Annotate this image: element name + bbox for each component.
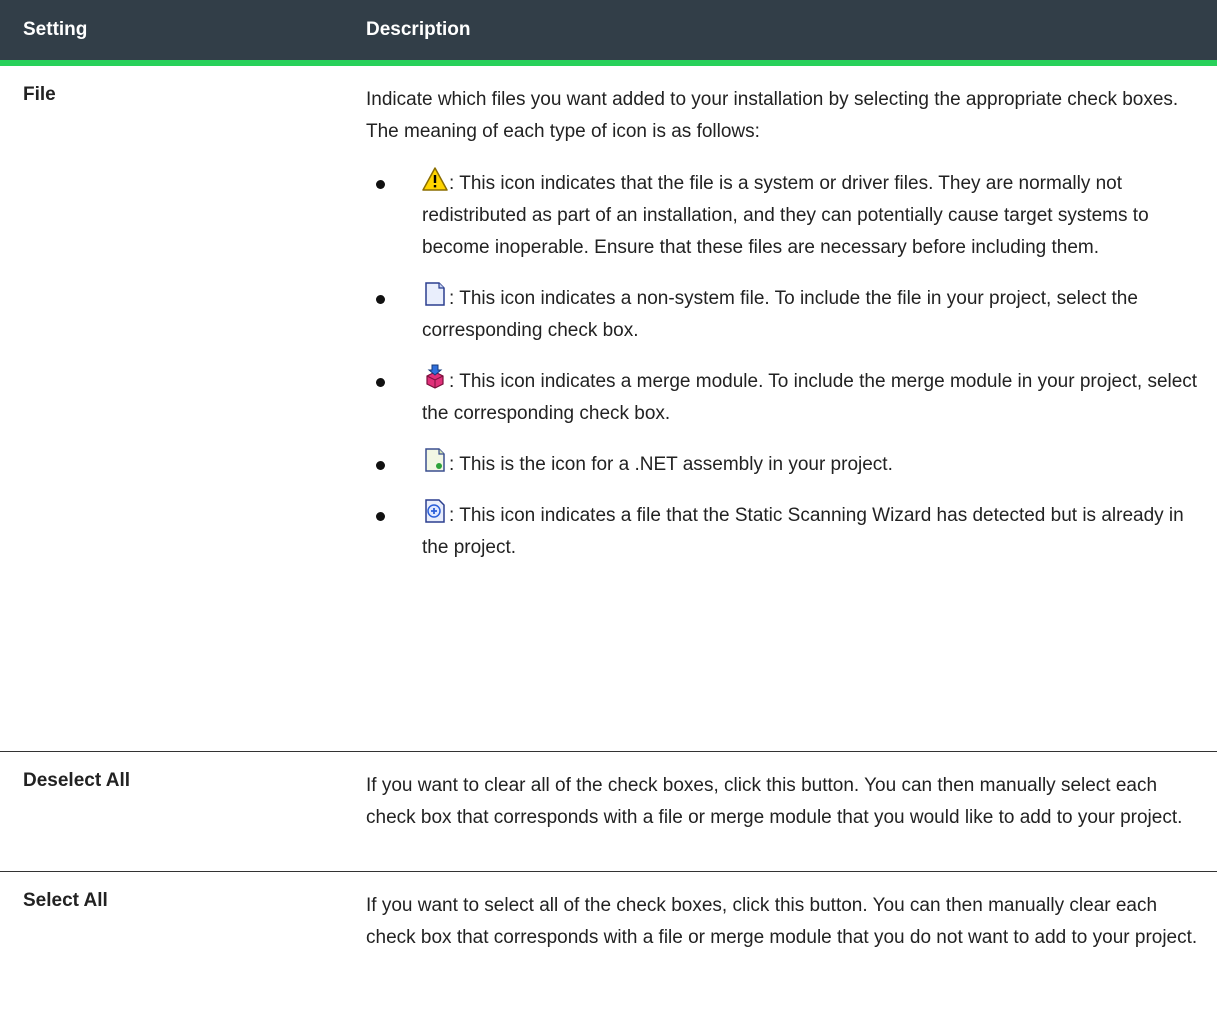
list-item-text: : This icon indicates a file that the St…	[422, 505, 1184, 558]
list-item: : This icon indicates that the file is a…	[366, 166, 1207, 264]
setting-name: Deselect All	[23, 770, 131, 791]
bullet	[376, 180, 385, 189]
description-text: If you want to select all of the check b…	[366, 895, 1198, 948]
list-item: : This icon indicates a file that the St…	[366, 498, 1207, 564]
detected-file-icon	[425, 499, 445, 523]
setting-name: Select All	[23, 890, 108, 911]
bullet	[376, 461, 385, 470]
table-row-file: File Indicate which files you want added…	[0, 66, 1217, 752]
setting-name: File	[23, 84, 56, 105]
list-item: : This icon indicates a non-system file.…	[366, 281, 1207, 347]
settings-table: Setting Description File Indicate which …	[0, 0, 1217, 1008]
table-header: Setting Description	[0, 0, 1217, 66]
list-item: : This is the icon for a .NET assembly i…	[366, 447, 1207, 481]
column-header-setting: Setting	[23, 19, 88, 40]
icon-legend-list: : This icon indicates that the file is a…	[366, 166, 1207, 564]
description-intro: Indicate which files you want added to y…	[366, 89, 1179, 142]
warning-icon	[422, 167, 448, 191]
list-item-text: : This is the icon for a .NET assembly i…	[449, 454, 893, 475]
net-assembly-icon	[425, 448, 445, 472]
setting-description: Indicate which files you want added to y…	[346, 66, 1217, 751]
column-header-description: Description	[366, 19, 471, 40]
description-text: If you want to clear all of the check bo…	[366, 775, 1183, 828]
list-item: : This icon indicates a merge module. To…	[366, 364, 1207, 430]
table-row-deselect-all: Deselect All If you want to clear all of…	[0, 752, 1217, 872]
table-row-select-all: Select All If you want to select all of …	[0, 872, 1217, 1008]
bullet	[376, 378, 385, 387]
setting-description: If you want to clear all of the check bo…	[346, 752, 1217, 871]
setting-description: If you want to select all of the check b…	[346, 872, 1217, 1008]
file-icon	[425, 282, 445, 306]
list-item-text: : This icon indicates a merge module. To…	[422, 371, 1198, 424]
merge-module-icon	[426, 364, 444, 389]
bullet	[376, 295, 385, 304]
bullet	[376, 512, 385, 521]
list-item-text: : This icon indicates that the file is a…	[422, 173, 1149, 258]
list-item-text: : This icon indicates a non-system file.…	[422, 288, 1138, 341]
